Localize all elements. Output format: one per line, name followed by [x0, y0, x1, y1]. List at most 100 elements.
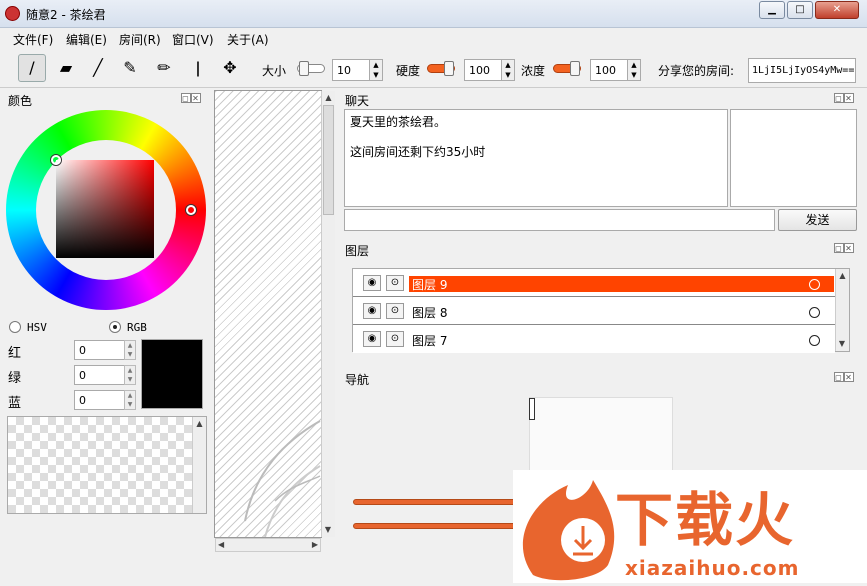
- hue-cursor[interactable]: [186, 205, 196, 215]
- scroll-right-icon[interactable]: ▶: [312, 538, 318, 552]
- green-spinner[interactable]: ▲ ▼: [124, 365, 136, 385]
- menu-window[interactable]: 窗口(V): [172, 31, 214, 48]
- palette-scrollbar[interactable]: ▲: [192, 417, 206, 513]
- float-icon[interactable]: ◻: [834, 372, 844, 382]
- menu-about[interactable]: 关于(A): [227, 31, 269, 48]
- eye-icon[interactable]: ◉: [363, 275, 381, 291]
- float-icon[interactable]: ◻: [834, 93, 844, 103]
- eye-icon[interactable]: ◉: [363, 331, 381, 347]
- size-label: 大小: [262, 64, 287, 78]
- sv-cursor[interactable]: [51, 155, 61, 165]
- move-tool[interactable]: ✥: [216, 54, 244, 82]
- scroll-down-icon[interactable]: ▼: [836, 337, 848, 351]
- scroll-down-icon[interactable]: ▼: [322, 523, 334, 537]
- marker-tool[interactable]: ✎: [116, 54, 144, 82]
- density-spinner[interactable]: ▲ ▼: [627, 59, 641, 81]
- canvas-horizontal-scrollbar[interactable]: ◀ ▶: [215, 538, 321, 552]
- chat-panel-title: 聊天: [345, 94, 370, 108]
- hardness-input[interactable]: 100: [464, 59, 502, 81]
- close-button[interactable]: ✕: [815, 1, 859, 19]
- layer-name[interactable]: 图层 7: [412, 332, 447, 349]
- color-palette[interactable]: [7, 416, 207, 514]
- menu-edit[interactable]: 编辑(E): [66, 31, 107, 48]
- dropper-tool[interactable]: ǀ: [184, 54, 212, 82]
- chat-user-list: [730, 109, 857, 207]
- navigator-preview[interactable]: [529, 397, 673, 475]
- navigator-panel-controls[interactable]: ◻ ✕: [834, 372, 856, 383]
- float-icon[interactable]: ◻: [181, 93, 191, 103]
- close-icon[interactable]: ✕: [844, 93, 854, 103]
- move-icon: ✥: [223, 58, 237, 77]
- window-title: 随意2 - 茶绘君: [26, 8, 106, 22]
- menu-room[interactable]: 房间(R): [119, 31, 161, 48]
- canvas-vertical-scrollbar[interactable]: ▲ ▼: [321, 91, 335, 537]
- pencil-tool[interactable]: ✏: [150, 54, 178, 82]
- scroll-left-icon[interactable]: ◀: [218, 538, 224, 552]
- layer-select-radio[interactable]: [809, 279, 820, 290]
- rgb-label: RGB: [127, 321, 147, 334]
- menu-file[interactable]: 文件(F): [13, 31, 53, 48]
- chat-message: 这间房间还剩下约35小时: [350, 145, 486, 159]
- color-panel-title: 颜色: [8, 94, 33, 108]
- red-label: 红: [8, 346, 22, 361]
- lock-icon[interactable]: ⊙: [386, 331, 404, 347]
- layers-panel-controls[interactable]: ◻ ✕: [834, 243, 856, 254]
- close-icon[interactable]: ✕: [844, 243, 854, 253]
- navigator-panel-title: 导航: [345, 373, 370, 387]
- saturation-value-square[interactable]: [56, 160, 154, 258]
- size-spinner[interactable]: ▲ ▼: [369, 59, 383, 81]
- current-color-swatch[interactable]: [141, 339, 203, 409]
- zoom-slider[interactable]: [353, 499, 523, 505]
- maximize-button[interactable]: □: [787, 1, 813, 19]
- layers-panel-title: 图层: [345, 244, 370, 258]
- eraser-icon: ▰: [59, 58, 73, 77]
- hardness-slider-knob[interactable]: [444, 61, 454, 76]
- eye-icon[interactable]: ◉: [363, 303, 381, 319]
- scroll-up-icon[interactable]: ▲: [322, 91, 335, 105]
- room-code-field[interactable]: 1LjI5LjIyOS4yMw==: [748, 58, 856, 83]
- pen-tool[interactable]: /: [18, 54, 46, 82]
- brush-tool[interactable]: ╱: [84, 54, 112, 82]
- minimize-button[interactable]: ▁: [759, 1, 785, 19]
- rgb-radio[interactable]: [109, 321, 121, 333]
- density-input[interactable]: 100: [590, 59, 628, 81]
- scroll-up-icon[interactable]: ▲: [193, 417, 206, 431]
- layer-select-radio[interactable]: [809, 335, 820, 346]
- layer-name[interactable]: 图层 9: [409, 276, 834, 292]
- layer-select-radio[interactable]: [809, 307, 820, 318]
- app-icon: [5, 6, 20, 21]
- size-input[interactable]: 10: [332, 59, 370, 81]
- hardness-spinner[interactable]: ▲ ▼: [501, 59, 515, 81]
- hardness-label: 硬度: [396, 64, 421, 78]
- share-room-label: 分享您的房间:: [658, 64, 735, 78]
- title-bar: [0, 0, 867, 28]
- lock-icon[interactable]: ⊙: [386, 303, 404, 319]
- size-slider-knob[interactable]: [299, 61, 309, 76]
- chat-input[interactable]: [344, 209, 775, 231]
- green-label: 绿: [8, 371, 22, 386]
- navigator-viewport[interactable]: [529, 398, 535, 420]
- density-slider-knob[interactable]: [570, 61, 580, 76]
- red-spinner[interactable]: ▲ ▼: [124, 340, 136, 360]
- marker-icon: ✎: [123, 58, 137, 77]
- close-icon[interactable]: ✕: [191, 93, 201, 103]
- hsv-radio[interactable]: [9, 321, 21, 333]
- blue-label: 蓝: [8, 396, 22, 411]
- send-button[interactable]: 发送: [778, 209, 857, 231]
- hsv-label: HSV: [27, 321, 47, 334]
- layer-name[interactable]: 图层 8: [412, 304, 447, 321]
- chat-panel-controls[interactable]: ◻ ✕: [834, 93, 856, 104]
- canvas-sketch: [244, 420, 321, 537]
- eraser-tool[interactable]: ▰: [52, 54, 80, 82]
- brush-icon: ╱: [93, 58, 103, 77]
- rotation-slider[interactable]: [353, 523, 523, 529]
- color-panel-controls[interactable]: ◻ ✕: [181, 93, 203, 104]
- float-icon[interactable]: ◻: [834, 243, 844, 253]
- pencil-icon: ✏: [157, 58, 171, 77]
- layers-scrollbar[interactable]: ▲ ▼: [835, 269, 849, 351]
- scroll-thumb[interactable]: [323, 105, 334, 215]
- blue-spinner[interactable]: ▲ ▼: [124, 390, 136, 410]
- lock-icon[interactable]: ⊙: [386, 275, 404, 291]
- scroll-up-icon[interactable]: ▲: [836, 269, 849, 283]
- close-icon[interactable]: ✕: [844, 372, 854, 382]
